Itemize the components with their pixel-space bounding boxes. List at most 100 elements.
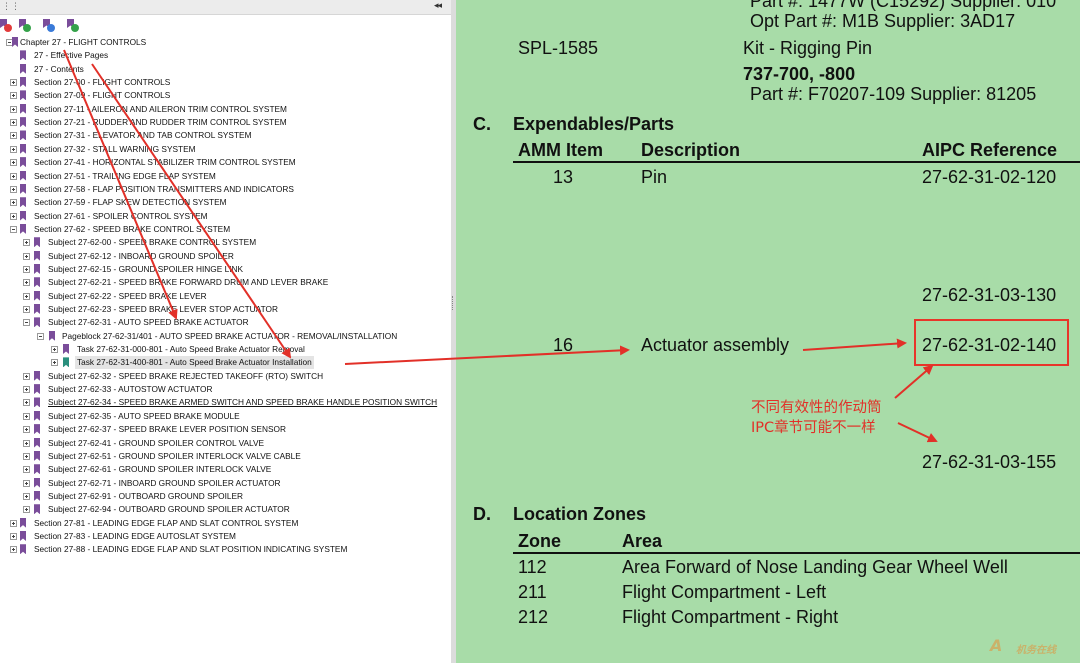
expand-icon[interactable]	[23, 386, 30, 394]
tree-node-label[interactable]: Task 27-62-31-400-801 - Auto Speed Brake…	[75, 356, 314, 370]
tree-node[interactable]: Section 27-41 - HORIZONTAL STABILIZER TR…	[0, 156, 451, 169]
tree-node[interactable]: Section 27-59 - FLAP SKEW DETECTION SYST…	[0, 196, 451, 209]
tree-node[interactable]: Section 27-09 - FLIGHT CONTROLS	[0, 89, 451, 102]
tree-node-label[interactable]: Section 27-58 - FLAP POSITION TRANSMITTE…	[34, 183, 294, 196]
tree-node[interactable]: Subject 27-62-15 - GROUND SPOILER HINGE …	[0, 263, 451, 276]
tree-node[interactable]: Subject 27-62-32 - SPEED BRAKE REJECTED …	[0, 370, 451, 383]
tree-node[interactable]: 27 - Effective Pages	[0, 49, 451, 62]
tree-node[interactable]: Subject 27-62-94 - OUTBOARD GROUND SPOIL…	[0, 503, 451, 516]
collapse-icon[interactable]	[6, 39, 13, 46]
expand-icon[interactable]	[23, 252, 30, 260]
expand-icon[interactable]	[23, 506, 30, 514]
expand-icon[interactable]	[23, 439, 30, 447]
tree-node-label[interactable]: Subject 27-62-94 - OUTBOARD GROUND SPOIL…	[48, 503, 290, 516]
expand-icon[interactable]	[10, 519, 17, 527]
expand-icon[interactable]	[10, 132, 17, 140]
tree-node[interactable]: Task 27-62-31-000-801 - Auto Speed Brake…	[0, 343, 451, 356]
tree-node[interactable]: Chapter 27 - FLIGHT CONTROLS	[0, 36, 451, 49]
tree-node[interactable]: Section 27-00 - FLIGHT CONTROLS	[0, 76, 451, 89]
expand-icon[interactable]	[23, 279, 30, 287]
expand-icon[interactable]	[10, 185, 17, 193]
tree-node-label[interactable]: Subject 27-62-31 - AUTO SPEED BRAKE ACTU…	[48, 316, 249, 329]
tree-node[interactable]: Subject 27-62-37 - SPEED BRAKE LEVER POS…	[0, 423, 451, 436]
expand-icon[interactable]	[10, 105, 17, 113]
tree-node[interactable]: Subject 27-62-51 - GROUND SPOILER INTERL…	[0, 450, 451, 463]
collapse-panel-icon[interactable]: ◂◂	[434, 1, 442, 11]
expand-icon[interactable]	[51, 359, 58, 367]
expand-icon[interactable]	[10, 92, 17, 100]
expand-icon[interactable]	[10, 546, 17, 554]
bookmark-find-icon[interactable]	[65, 19, 79, 32]
tree-node[interactable]: Section 27-11 - AILERON AND AILERON TRIM…	[0, 103, 451, 116]
tree-node-label[interactable]: Section 27-88 - LEADING EDGE FLAP AND SL…	[34, 543, 347, 556]
expand-icon[interactable]	[10, 532, 17, 540]
tree-node-label[interactable]: Pageblock 27-62-31/401 - AUTO SPEED BRAK…	[62, 330, 397, 343]
expand-icon[interactable]	[10, 159, 17, 167]
tree-node[interactable]: Pageblock 27-62-31/401 - AUTO SPEED BRAK…	[0, 330, 451, 343]
tree-node[interactable]: Section 27-81 - LEADING EDGE FLAP AND SL…	[0, 517, 451, 530]
expand-icon[interactable]	[10, 119, 17, 127]
tree-node-label[interactable]: 27 - Contents	[34, 63, 84, 76]
tree-node-label[interactable]: Section 27-41 - HORIZONTAL STABILIZER TR…	[34, 156, 296, 169]
expand-icon[interactable]	[10, 79, 17, 87]
tree-node[interactable]: Subject 27-62-35 - AUTO SPEED BRAKE MODU…	[0, 410, 451, 423]
tree-node[interactable]: Section 27-58 - FLAP POSITION TRANSMITTE…	[0, 183, 451, 196]
expand-icon[interactable]	[23, 479, 30, 487]
tree-node-label[interactable]: Section 27-09 - FLIGHT CONTROLS	[34, 89, 170, 102]
tree-node-label[interactable]: Section 27-81 - LEADING EDGE FLAP AND SL…	[34, 517, 298, 530]
expand-icon[interactable]	[10, 212, 17, 220]
expand-icon[interactable]	[23, 239, 30, 247]
tree-node[interactable]: Section 27-31 - ELEVATOR AND TAB CONTROL…	[0, 129, 451, 142]
tree-node-label[interactable]: Subject 27-62-21 - SPEED BRAKE FORWARD D…	[48, 276, 328, 289]
expand-icon[interactable]	[23, 372, 30, 380]
tree-node[interactable]: Subject 27-62-23 - SPEED BRAKE LEVER STO…	[0, 303, 451, 316]
tree-node[interactable]: Subject 27-62-61 - GROUND SPOILER INTERL…	[0, 463, 451, 476]
bookmark-new-icon[interactable]	[41, 19, 55, 32]
expand-icon[interactable]	[23, 265, 30, 273]
tree-node-label[interactable]: Section 27-32 - STALL WARNING SYSTEM	[34, 143, 196, 156]
expand-icon[interactable]	[23, 292, 30, 300]
tree-node[interactable]: Subject 27-62-41 - GROUND SPOILER CONTRO…	[0, 437, 451, 450]
tree-node-label[interactable]: Section 27-59 - FLAP SKEW DETECTION SYST…	[34, 196, 227, 209]
expand-icon[interactable]	[23, 412, 30, 420]
tree-node-label[interactable]: Subject 27-62-51 - GROUND SPOILER INTERL…	[48, 450, 301, 463]
tree-node-label[interactable]: Section 27-31 - ELEVATOR AND TAB CONTROL…	[34, 129, 251, 142]
bookmark-delete-icon[interactable]	[0, 19, 12, 32]
tree-node-label[interactable]: Subject 27-62-32 - SPEED BRAKE REJECTED …	[48, 370, 323, 383]
tree-node-label[interactable]: Subject 27-62-33 - AUTOSTOW ACTUATOR	[48, 383, 212, 396]
expand-icon[interactable]	[10, 172, 17, 180]
tree-node-label[interactable]: Subject 27-62-61 - GROUND SPOILER INTERL…	[48, 463, 271, 476]
tree-node-label[interactable]: Section 27-62 - SPEED BRAKE CONTROL SYST…	[34, 223, 230, 236]
collapse-icon[interactable]	[37, 332, 44, 340]
bookmark-expand-icon[interactable]	[17, 19, 31, 32]
tree-node[interactable]: 27 - Contents	[0, 63, 451, 76]
tree-node-label[interactable]: Subject 27-62-23 - SPEED BRAKE LEVER STO…	[48, 303, 278, 316]
tree-node-label[interactable]: 27 - Effective Pages	[34, 49, 108, 62]
expand-icon[interactable]	[23, 466, 30, 474]
expand-icon[interactable]	[23, 492, 30, 500]
tree-node-label[interactable]: Task 27-62-31-000-801 - Auto Speed Brake…	[77, 343, 305, 356]
tree-node[interactable]: Task 27-62-31-400-801 - Auto Speed Brake…	[0, 356, 451, 370]
tree-node-label[interactable]: Subject 27-62-37 - SPEED BRAKE LEVER POS…	[48, 423, 286, 436]
tree-node[interactable]: Section 27-62 - SPEED BRAKE CONTROL SYST…	[0, 223, 451, 236]
tree-node-label[interactable]: Section 27-83 - LEADING EDGE AUTOSLAT SY…	[34, 530, 236, 543]
tree-node-label[interactable]: Section 27-61 - SPOILER CONTROL SYSTEM	[34, 210, 208, 223]
tree-node-label[interactable]: Subject 27-62-00 - SPEED BRAKE CONTROL S…	[48, 236, 256, 249]
tree-node[interactable]: Subject 27-62-00 - SPEED BRAKE CONTROL S…	[0, 236, 451, 249]
tree-node[interactable]: Section 27-88 - LEADING EDGE FLAP AND SL…	[0, 543, 451, 556]
tree-node-label[interactable]: Section 27-51 - TRAILING EDGE FLAP SYSTE…	[34, 170, 216, 183]
tree-node[interactable]: Subject 27-62-22 - SPEED BRAKE LEVER	[0, 290, 451, 303]
tree-node-label[interactable]: Chapter 27 - FLIGHT CONTROLS	[20, 36, 146, 49]
expand-icon[interactable]	[23, 399, 30, 407]
tree-node-label[interactable]: Subject 27-62-35 - AUTO SPEED BRAKE MODU…	[48, 410, 240, 423]
tree-node[interactable]: Section 27-51 - TRAILING EDGE FLAP SYSTE…	[0, 170, 451, 183]
expand-icon[interactable]	[10, 145, 17, 153]
expand-icon[interactable]	[23, 306, 30, 313]
tree-node-label[interactable]: Section 27-21 - RUDDER AND RUDDER TRIM C…	[34, 116, 287, 129]
expand-icon[interactable]	[23, 452, 30, 460]
panel-grip-icon[interactable]: ⋮⋮	[2, 2, 20, 12]
tree-node-label[interactable]: Subject 27-62-41 - GROUND SPOILER CONTRO…	[48, 437, 264, 450]
tree-node-label[interactable]: Subject 27-62-15 - GROUND SPOILER HINGE …	[48, 263, 243, 276]
collapse-icon[interactable]	[23, 319, 30, 327]
tree-node[interactable]: Subject 27-62-91 - OUTBOARD GROUND SPOIL…	[0, 490, 451, 503]
